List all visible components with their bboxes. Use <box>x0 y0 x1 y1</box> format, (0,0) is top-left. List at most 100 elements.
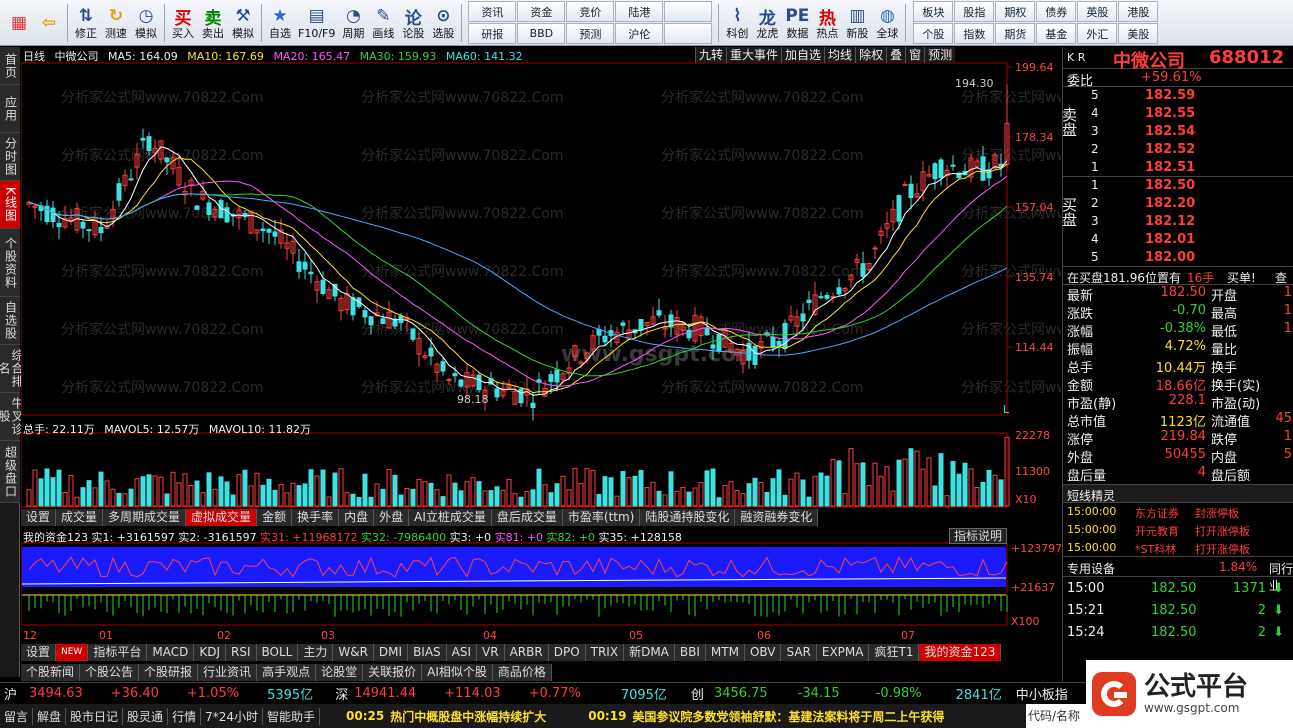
market-grid-item[interactable]: 债券 <box>1036 1 1077 22</box>
toolbar.buttons-windows-logo[interactable]: ▦ <box>4 1 34 45</box>
toolbar.buttons2-globe[interactable]: ◍ 全球 <box>872 1 902 45</box>
toolbar-grid-item[interactable]: BBD <box>517 23 566 44</box>
tab-item[interactable]: 指标平台 <box>88 644 148 661</box>
tab-item[interactable]: 外盘 <box>374 509 410 526</box>
tab-item[interactable]: RSI <box>226 644 257 661</box>
toolbar-grid-item[interactable]: 陆港 <box>615 1 664 22</box>
tab-item[interactable]: BIAS <box>408 644 447 661</box>
tab-item[interactable]: 主力 <box>298 644 334 661</box>
market-grid-item[interactable]: 期货 <box>995 23 1036 44</box>
market-grid-item[interactable]: 外汇 <box>1077 23 1118 44</box>
toolbar.buttons-up-down-arrows[interactable]: ⇅ 修正 <box>71 1 101 45</box>
chart-button[interactable]: 均线 <box>824 47 856 63</box>
tab-item[interactable]: 新DMA <box>624 644 675 661</box>
market-grid-item[interactable]: 港股 <box>1118 1 1159 22</box>
tab-item[interactable]: KDJ <box>194 644 226 661</box>
chart-button[interactable]: 加自选 <box>781 47 825 63</box>
tab-item[interactable]: AI立桩成交量 <box>409 509 492 526</box>
tab-item[interactable]: 论股堂 <box>316 664 364 681</box>
tab-item[interactable]: 个股新闻 <box>21 664 81 681</box>
toolbar-grid-item[interactable] <box>664 23 713 44</box>
indicator-explain-button[interactable]: 指标说明 <box>949 528 1008 544</box>
board-label[interactable]: 中小板指 <box>1016 684 1068 703</box>
tab-item[interactable]: 疯狂T1 <box>869 644 920 661</box>
toolbar-grid-item[interactable]: 预测 <box>566 23 615 44</box>
left-tab-0[interactable]: 首页 <box>0 47 20 85</box>
status-item[interactable]: 股灵通 <box>123 707 169 725</box>
toolbar.buttons2-hot[interactable]: 热热点 <box>812 1 842 45</box>
buy-price[interactable]: 182.50 <box>1145 178 1195 193</box>
left-tab-5[interactable]: 自选股 <box>0 297 20 345</box>
status-item[interactable]: 智能助手 <box>263 707 320 725</box>
tab-item[interactable]: BBI <box>675 644 706 661</box>
tab-item[interactable]: 盘后成交量 <box>492 509 563 526</box>
tab-item[interactable]: OBV <box>745 644 782 661</box>
tab-item[interactable]: 换手率 <box>292 509 340 526</box>
tab-item[interactable]: 设置 <box>21 509 57 526</box>
toolbar.buttons-hammer[interactable]: ⚒ 模拟 <box>228 1 258 45</box>
chart-button[interactable]: 叠 <box>886 47 906 63</box>
toolbar-grid-item[interactable]: 资金 <box>517 1 566 22</box>
toolbar.buttons2-new-stock[interactable]: ▥ 新股 <box>842 1 872 45</box>
market-grid-item[interactable]: 美股 <box>1118 23 1159 44</box>
market-grid-item[interactable]: 板块 <box>913 1 954 22</box>
market-grid-item[interactable]: 个股 <box>913 23 954 44</box>
toolbar-grid-item[interactable] <box>664 1 713 22</box>
toolbar.buttons-star[interactable]: ★ 自选 <box>265 1 295 45</box>
market-grid-item[interactable]: 期权 <box>995 1 1036 22</box>
tab-item[interactable]: 成交量 <box>56 509 104 526</box>
left-tab-7[interactable]: 牛叉诊股 <box>0 393 24 441</box>
toolbar.buttons-back-arrow[interactable]: ⇦ <box>34 1 64 45</box>
toolbar.buttons-buy[interactable]: 买买入 <box>168 1 198 45</box>
tab-item[interactable]: ARBR <box>505 644 549 661</box>
tab-item[interactable]: VR <box>477 644 505 661</box>
sell-price[interactable]: 182.54 <box>1145 124 1195 139</box>
chart-button[interactable]: 九转 <box>695 47 727 63</box>
toolbar.buttons-clock[interactable]: ◷ 模拟 <box>131 1 161 45</box>
tab-item[interactable]: 市盈率(ttm) <box>563 509 641 526</box>
tab-item[interactable]: BOLL <box>257 644 299 661</box>
buy-price[interactable]: 182.01 <box>1145 232 1195 247</box>
tab-item[interactable]: 我的资金123 <box>919 644 1002 661</box>
left-tab-3[interactable]: K线图 <box>0 181 20 229</box>
tab-item[interactable]: 高手观点 <box>257 664 317 681</box>
tab-item[interactable]: NEW <box>56 644 89 661</box>
chart-button[interactable]: 预测 <box>924 47 956 63</box>
chart-button[interactable]: 窗 <box>905 47 925 63</box>
tab-item[interactable]: 内盘 <box>339 509 375 526</box>
tab-item[interactable]: 虚拟成交量 <box>186 509 258 526</box>
tab-item[interactable]: EXPMA <box>817 644 870 661</box>
status-item[interactable]: 股市日记 <box>66 707 124 725</box>
toolbar.buttons2-pe[interactable]: PE 数据 <box>782 1 812 45</box>
wizard-row[interactable]: 15:00:00 东方证券 封涨停板 <box>1063 503 1293 521</box>
market-grid-item[interactable]: 股指 <box>954 1 995 22</box>
buy-price[interactable]: 182.20 <box>1145 196 1195 211</box>
toolbar-grid-item[interactable]: 沪伦 <box>615 23 664 44</box>
toolbar.buttons-f10[interactable]: ▤ F10/F9 <box>295 1 338 45</box>
tab-item[interactable]: TRIX <box>586 644 625 661</box>
tab-item[interactable]: 商品价格 <box>493 664 552 681</box>
buy-price[interactable]: 182.12 <box>1145 214 1195 229</box>
tab-item[interactable]: 设置 <box>21 644 57 661</box>
toolbar.buttons2-dragon[interactable]: 龙龙虎 <box>752 1 782 45</box>
tab-item[interactable]: 关联报价 <box>363 664 423 681</box>
toolbar.buttons2-sci-chart[interactable]: ⌇ 科创 <box>722 1 752 45</box>
sell-price[interactable]: 182.51 <box>1145 160 1195 175</box>
tab-item[interactable]: 金额 <box>257 509 293 526</box>
tab-item[interactable]: DPO <box>549 644 586 661</box>
wizard-row[interactable]: 15:00:00 *ST科林 打开涨停板 <box>1063 539 1293 557</box>
tab-item[interactable]: 陆股通持股变化 <box>640 509 736 526</box>
tab-item[interactable]: 个股公告 <box>80 664 140 681</box>
sell-price[interactable]: 182.52 <box>1145 142 1195 157</box>
code-search-input[interactable]: 代码/名称 <box>1026 704 1086 728</box>
left-tab-6[interactable]: 综合排名 <box>0 345 24 393</box>
wizard-row[interactable]: 15:00:00 开元教育 打开涨停板 <box>1063 521 1293 539</box>
left-tab-1[interactable]: 应用 <box>0 85 20 133</box>
tab-item[interactable]: DMI <box>374 644 409 661</box>
status-item[interactable]: 7*24小时 <box>201 707 263 725</box>
left-tab-8[interactable]: 超级盘口 <box>0 441 20 503</box>
kline-chart-area[interactable]: 分析家公式网www.70822.Com 分析家公式网www.70822.Com 分析… <box>21 47 1061 681</box>
chart-button[interactable]: 重大事件 <box>726 47 782 63</box>
status-item[interactable]: 解盘 <box>33 707 67 725</box>
tab-item[interactable]: 个股研报 <box>139 664 199 681</box>
